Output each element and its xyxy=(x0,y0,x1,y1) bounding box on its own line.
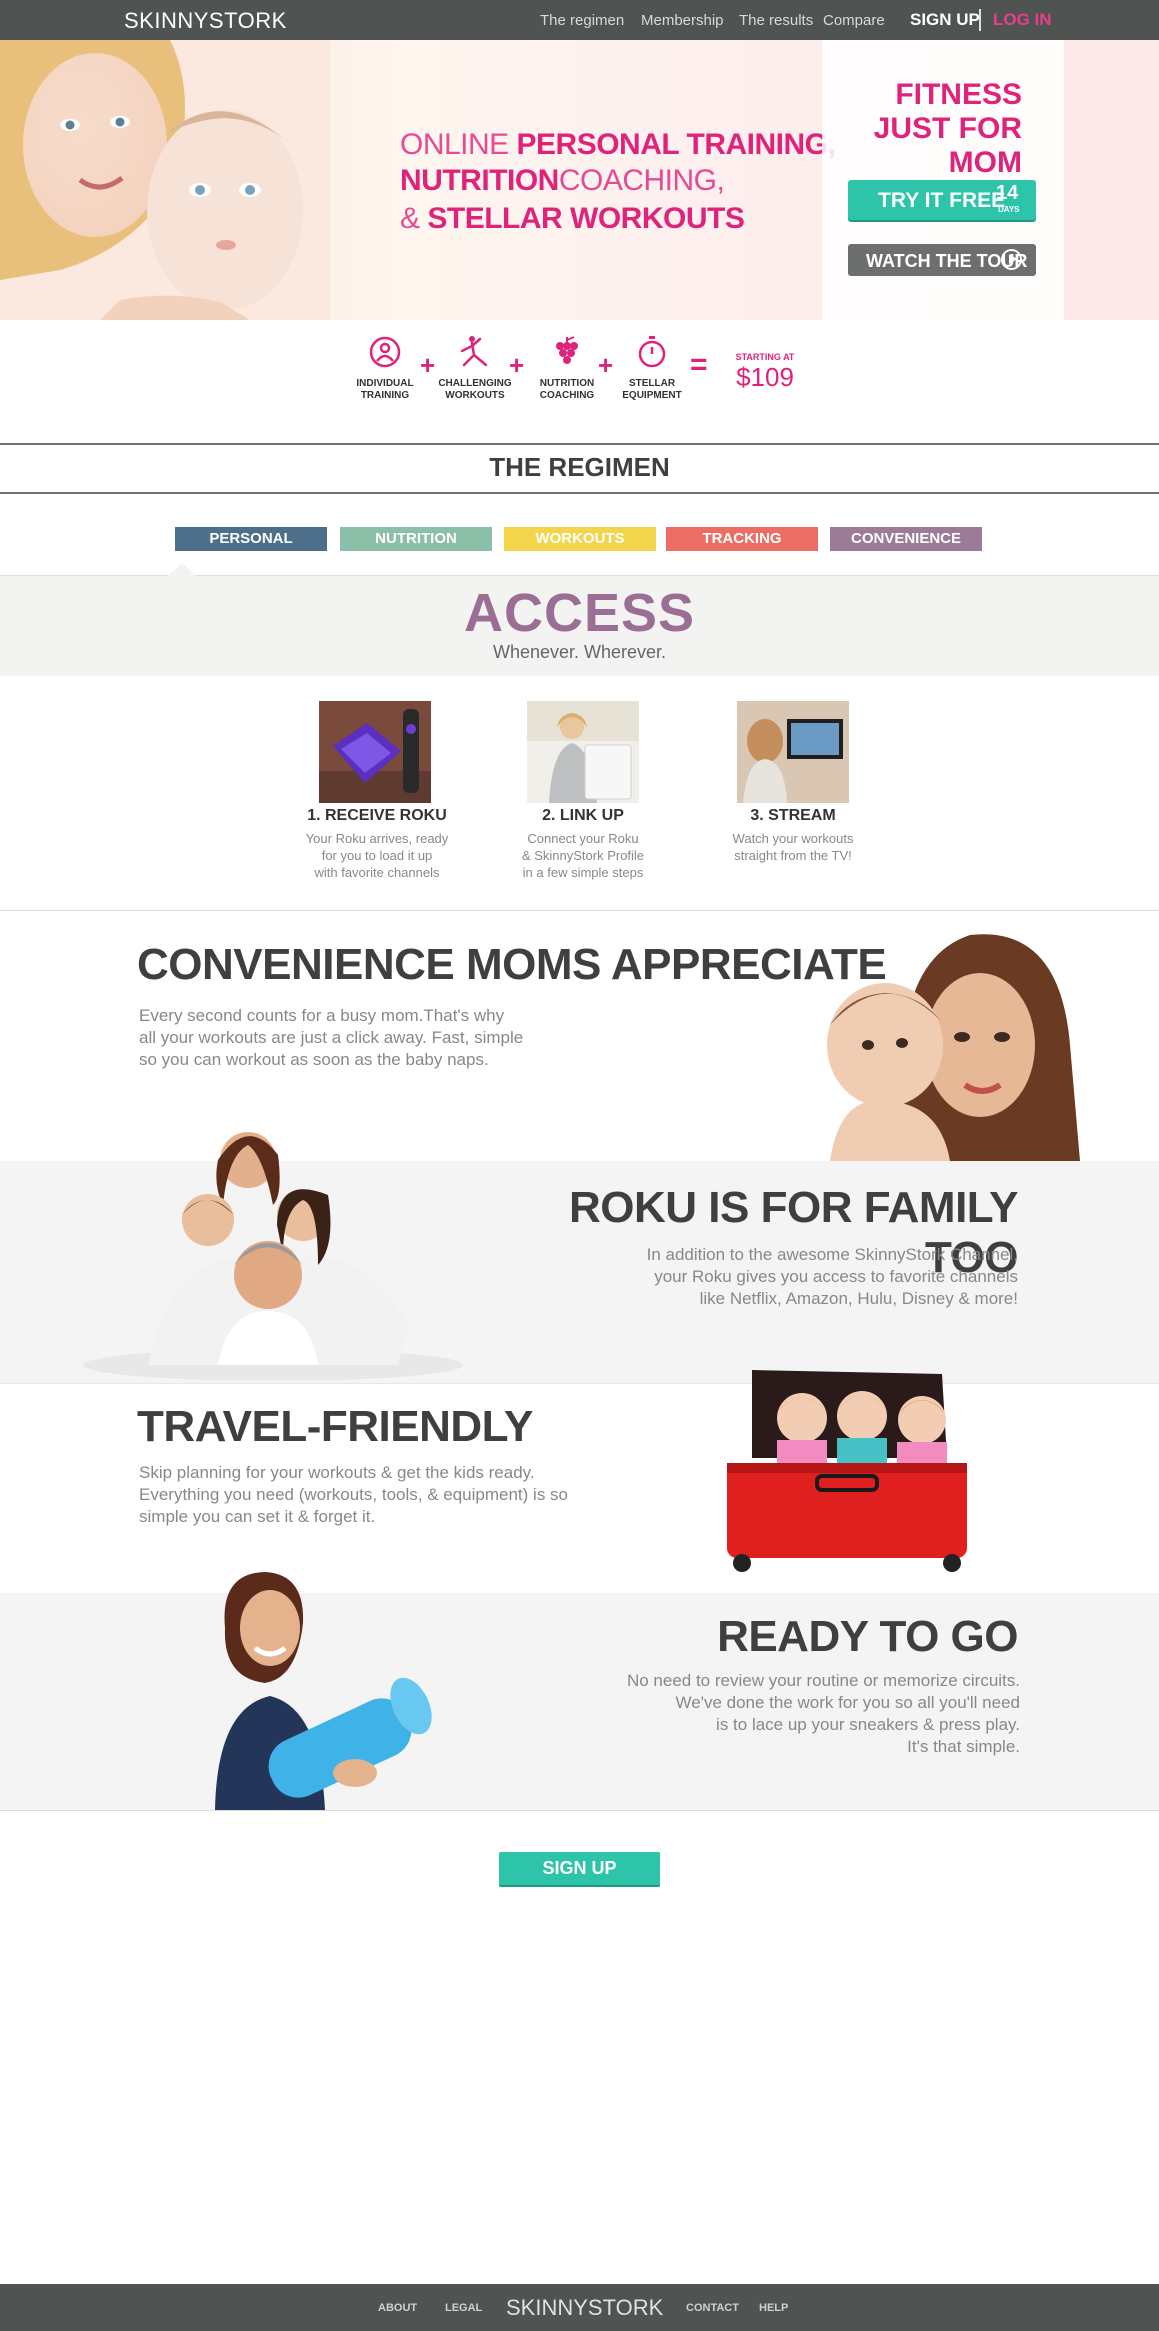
feature-challenging-workouts: CHALLENGING WORKOUTS xyxy=(430,335,520,402)
travel-heading: TRAVEL-FRIENDLY xyxy=(137,1402,533,1451)
footer-link-help[interactable]: HELP xyxy=(759,2302,788,2314)
footer-link-about[interactable]: ABOUT xyxy=(378,2302,417,2314)
starting-at-label: STARTING AT xyxy=(735,352,795,362)
roku-family-desc: In addition to the awesome SkinnyStork C… xyxy=(646,1245,1018,1308)
watch-tour-button[interactable]: WATCH THE TOUR xyxy=(848,244,1036,276)
stopwatch-icon xyxy=(638,336,666,368)
hero-line-3: & STELLAR WORKOUTS xyxy=(400,202,745,235)
travel-desc: Skip planning for your workouts & get th… xyxy=(139,1463,568,1526)
play-icon xyxy=(1001,249,1022,270)
step-1-desc: Your Roku arrives, ready for you to load … xyxy=(305,831,449,880)
top-nav-bar: SKINNYSTORK The regimen Membership The r… xyxy=(0,0,1159,40)
tab-nutrition-coaching[interactable]: NUTRITION COACHING xyxy=(340,527,492,571)
price: $109 xyxy=(736,362,794,392)
step-1-title: 1. RECEIVE ROKU xyxy=(307,807,447,824)
footer-link-contact[interactable]: CONTACT xyxy=(686,2302,739,2314)
nav-divider xyxy=(979,9,981,31)
equals-sign: = xyxy=(690,348,708,381)
feature-stellar-equipment: STELLAR EQUIPMENT xyxy=(607,335,697,402)
woman-with-yoga-mat-photo xyxy=(215,1572,432,1810)
signup-button[interactable]: SIGN UP xyxy=(499,1852,660,1885)
nav-login-link[interactable]: LOG IN xyxy=(993,10,1052,30)
roku-device-photo xyxy=(319,701,431,803)
try-it-free-button[interactable]: TRY IT FREE 14 DAYS xyxy=(848,180,1036,220)
nav-link-results[interactable]: The results xyxy=(739,12,813,29)
convenience-heading: CONVENIENCE MOMS APPRECIATE xyxy=(137,940,887,989)
divider-line xyxy=(0,492,1159,494)
family-photo xyxy=(83,1132,463,1380)
nav-link-regimen[interactable]: The regimen xyxy=(540,12,624,29)
footer: ABOUT LEGAL SKINNYSTORK CONTACT HELP xyxy=(0,2284,1159,2331)
tab-tracking[interactable]: TRACKING xyxy=(666,527,818,551)
divider-line xyxy=(0,443,1159,445)
fitness-just-for-mom-heading: FITNESS JUST FOR MOM xyxy=(873,78,1022,179)
yoga-icon xyxy=(460,336,488,367)
footer-logo[interactable]: SKINNYSTORK xyxy=(506,2295,663,2321)
section-separator xyxy=(0,1810,1159,1811)
nav-link-compare[interactable]: Compare xyxy=(823,12,885,29)
tab-personal-training[interactable]: PERSONAL TRAINING xyxy=(175,527,327,571)
ready-to-go-heading: READY TO GO xyxy=(717,1612,1018,1661)
mother-baby-photo xyxy=(0,40,330,320)
access-heading: ACCESS xyxy=(463,583,696,643)
grapes-icon xyxy=(556,336,578,364)
woman-laptop-photo xyxy=(527,701,639,803)
tab-convenience[interactable]: CONVENIENCE xyxy=(830,527,982,551)
hero-cta-panel: FITNESS JUST FOR MOM TRY IT FREE 14 DAYS… xyxy=(822,40,1064,320)
nav-signup-link[interactable]: SIGN UP xyxy=(910,10,980,30)
access-subtitle: Whenever. Wherever. xyxy=(492,642,667,662)
active-tab-pointer xyxy=(168,563,196,576)
step-3-title: 3. STREAM xyxy=(750,807,836,824)
step-2-title: 2. LINK UP xyxy=(542,807,624,824)
convenience-desc: Every second counts for a busy mom.That'… xyxy=(139,1006,524,1069)
kids-in-suitcase-photo xyxy=(727,1370,967,1572)
child-watching-tv-photo xyxy=(737,701,849,803)
step-2-desc: Connect your Roku & SkinnyStork Profile in… xyxy=(521,831,645,880)
trainer-icon xyxy=(369,336,401,368)
tab-workouts[interactable]: WORKOUTS xyxy=(504,527,656,551)
ready-to-go-desc: No need to review your routine or memori… xyxy=(626,1671,1020,1756)
hero-banner: ONLINE PERSONAL TRAINING, NUTRITIONCOACH… xyxy=(0,40,1159,320)
hero-line-2: NUTRITIONCOACHING, xyxy=(400,164,725,197)
step-3-desc: Watch your workouts straight from the TV! xyxy=(732,831,854,863)
feature-individual-training: INDIVIDUAL TRAINING xyxy=(340,335,430,402)
nav-link-membership[interactable]: Membership xyxy=(641,12,724,29)
footer-link-legal[interactable]: LEGAL xyxy=(445,2302,482,2314)
mom-and-baby-photo xyxy=(827,934,1080,1161)
site-logo[interactable]: SKINNYSTORK xyxy=(124,8,287,34)
regimen-heading: THE REGIMEN xyxy=(489,452,670,482)
hero-line-1: ONLINE PERSONAL TRAINING, xyxy=(400,128,836,161)
